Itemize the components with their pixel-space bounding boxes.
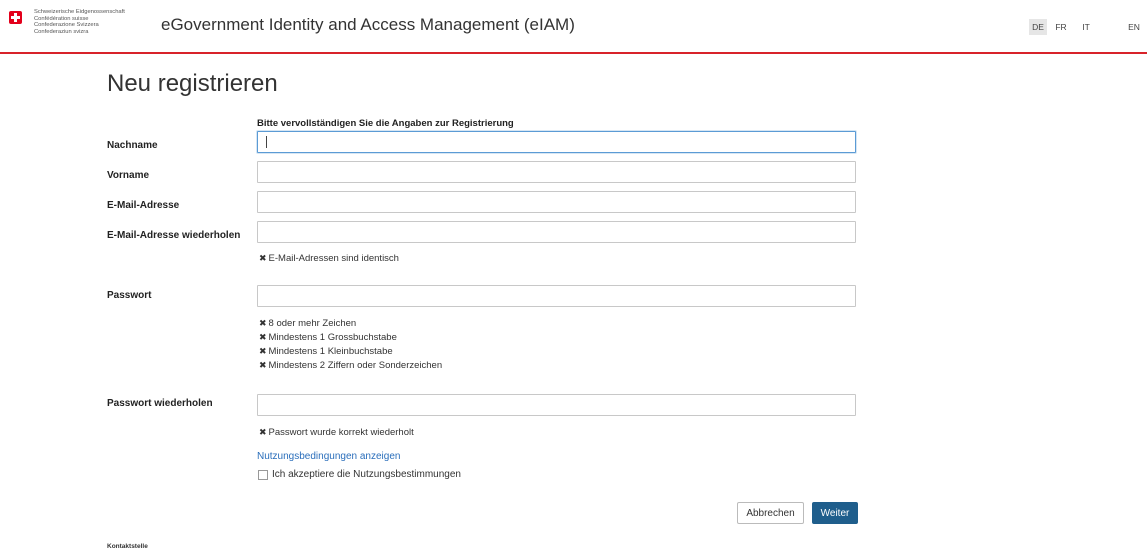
password-label: Passwort xyxy=(107,290,152,301)
language-it[interactable]: IT xyxy=(1077,19,1095,35)
firstname-input[interactable] xyxy=(257,161,856,183)
next-button[interactable]: Weiter xyxy=(812,502,858,524)
page-title: Neu registrieren xyxy=(107,70,278,97)
app-title: eGovernment Identity and Access Manageme… xyxy=(161,15,575,34)
email-label: E-Mail-Adresse xyxy=(107,200,180,211)
terms-checkbox[interactable] xyxy=(258,470,268,480)
email-repeat-label: E-Mail-Adresse wiederholen xyxy=(107,230,241,241)
password-repeat-input[interactable] xyxy=(257,394,856,416)
x-mark-icon: ✖ xyxy=(259,427,267,437)
language-en[interactable]: EN xyxy=(1125,19,1143,35)
confederation-rm: Confederaziun svizra xyxy=(34,28,89,35)
password-rule-text: 8 oder mehr Zeichen xyxy=(268,318,357,329)
password-rule: ✖ 8 oder mehr Zeichen xyxy=(259,318,356,329)
cancel-button[interactable]: Abbrechen xyxy=(737,502,804,524)
terms-link[interactable]: Nutzungsbedingungen anzeigen xyxy=(257,451,400,462)
header-divider xyxy=(0,52,1147,54)
password-rule-text: Mindestens 2 Ziffern oder Sonderzeichen xyxy=(268,360,443,371)
password-input[interactable] xyxy=(257,285,856,307)
password-rule: ✖ Mindestens 2 Ziffern oder Sonderzeichen xyxy=(259,360,442,371)
x-mark-icon: ✖ xyxy=(259,332,267,342)
password-match-hint: ✖ Passwort wurde korrekt wiederholt xyxy=(259,427,414,438)
x-mark-icon: ✖ xyxy=(259,346,267,356)
email-match-text: E-Mail-Adressen sind identisch xyxy=(268,253,399,264)
swiss-cross-logo-icon xyxy=(9,11,22,24)
x-mark-icon: ✖ xyxy=(259,360,267,370)
firstname-label: Vorname xyxy=(107,170,150,181)
x-mark-icon: ✖ xyxy=(259,318,267,328)
language-de[interactable]: DE xyxy=(1029,19,1047,35)
password-match-text: Passwort wurde korrekt wiederholt xyxy=(268,427,414,438)
confederation-it: Confederazione Svizzera xyxy=(34,22,99,29)
contact-link[interactable]: Kontaktstelle xyxy=(107,543,148,550)
password-rule: ✖ Mindestens 1 Grossbuchstabe xyxy=(259,332,397,343)
terms-checkbox-label[interactable]: Ich akzeptiere die Nutzungsbestimmungen xyxy=(272,469,461,480)
email-match-hint: ✖ E-Mail-Adressen sind identisch xyxy=(259,253,399,264)
password-repeat-label: Passwort wiederholen xyxy=(107,398,213,409)
confederation-name: Schweizerische Eidgenossenschaft Confédé… xyxy=(34,9,125,35)
password-rule: ✖ Mindestens 1 Kleinbuchstabe xyxy=(259,346,393,357)
x-mark-icon: ✖ xyxy=(259,253,267,263)
form-intro: Bitte vervollständigen Sie die Angaben z… xyxy=(257,118,514,129)
password-rule-text: Mindestens 1 Kleinbuchstabe xyxy=(268,346,393,357)
password-rule-text: Mindestens 1 Grossbuchstabe xyxy=(268,332,397,343)
language-fr[interactable]: FR xyxy=(1052,19,1070,35)
confederation-de: Schweizerische Eidgenossenschaft xyxy=(34,9,125,15)
lastname-label: Nachname xyxy=(107,140,158,151)
email-repeat-input[interactable] xyxy=(257,221,856,243)
text-caret xyxy=(266,136,267,148)
site-header: Schweizerische Eidgenossenschaft Confédé… xyxy=(0,0,1147,50)
lastname-input[interactable] xyxy=(257,131,856,153)
email-input[interactable] xyxy=(257,191,856,213)
confederation-fr: Confédération suisse xyxy=(34,15,89,22)
